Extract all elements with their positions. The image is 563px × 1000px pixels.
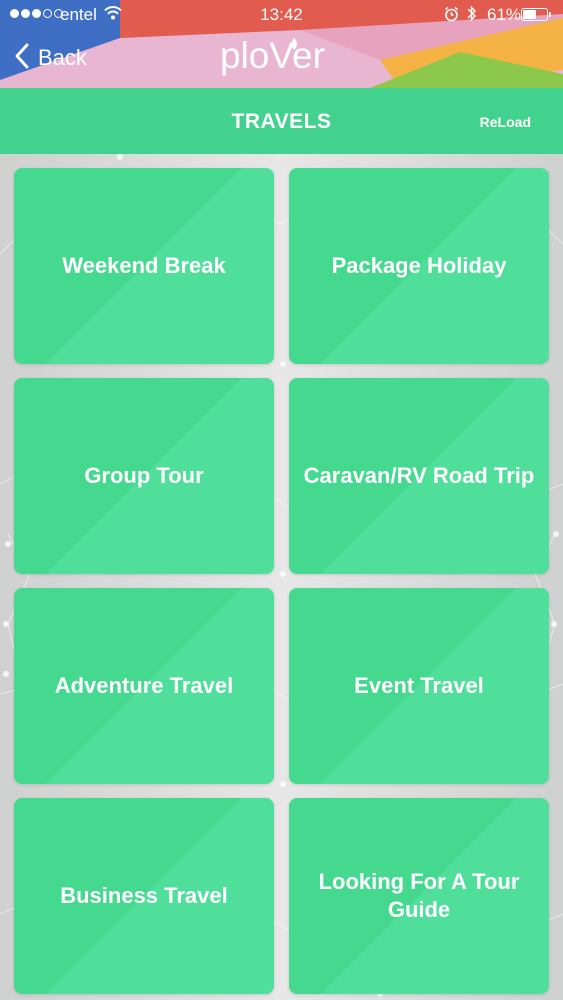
category-tile-label: Adventure Travel — [54, 673, 234, 698]
category-tile-package-holiday[interactable]: Package Holiday — [289, 168, 549, 364]
category-tile-business-travel[interactable]: Business Travel — [14, 798, 274, 994]
battery-icon — [521, 8, 548, 21]
category-tile-label: Event Travel — [354, 673, 484, 698]
category-grid: Weekend Break Package Holiday Group Tour… — [0, 154, 563, 1000]
category-tile-looking-for-a-tour-guide[interactable]: Looking For A Tour Guide — [289, 798, 549, 994]
page-title: TRAVELS — [231, 110, 332, 133]
clock-time: 13:42 — [260, 5, 303, 24]
category-tile-adventure-travel[interactable]: Adventure Travel — [14, 588, 274, 784]
category-tile-label: Business Travel — [60, 883, 228, 908]
back-label: Back — [38, 45, 87, 70]
category-tile-label: Weekend Break — [62, 253, 226, 278]
leaf-icon — [291, 38, 297, 50]
battery-percentage: 61% — [487, 5, 522, 24]
category-tile-label: Caravan/RV Road Trip — [303, 463, 535, 488]
bluetooth-icon — [466, 4, 477, 28]
battery-tip — [549, 12, 551, 17]
category-tile-label: Package Holiday — [331, 253, 507, 278]
title-bar: TRAVELS ReLoad — [0, 88, 563, 154]
alarm-clock-icon — [444, 6, 459, 27]
top-header: entel 13:42 61% Back ploVer — [0, 0, 563, 88]
category-tile-label: Group Tour — [84, 463, 204, 488]
category-tile-caravan-rv-road-trip[interactable]: Caravan/RV Road Trip — [289, 378, 549, 574]
back-button[interactable]: Back — [14, 40, 87, 76]
plover-logo: ploVer — [212, 34, 352, 82]
status-bar: entel 13:42 61% — [0, 0, 563, 30]
category-tile-event-travel[interactable]: Event Travel — [289, 588, 549, 784]
category-tile-label: Looking For A Tour Guide — [318, 869, 520, 922]
chevron-left-icon — [14, 42, 30, 75]
category-tile-group-tour[interactable]: Group Tour — [14, 378, 274, 574]
category-tile-weekend-break[interactable]: Weekend Break — [14, 168, 274, 364]
reload-button[interactable]: ReLoad — [480, 114, 531, 130]
